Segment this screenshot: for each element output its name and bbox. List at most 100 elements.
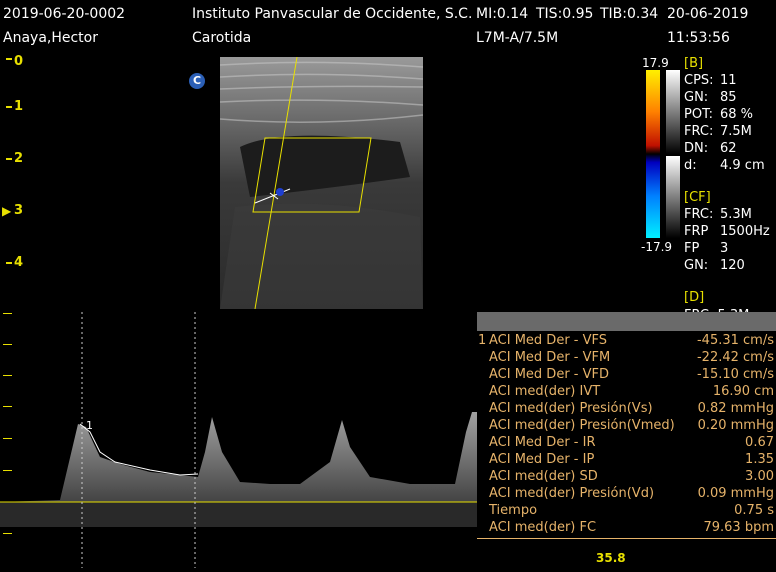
depth-label: 3 <box>14 203 24 218</box>
color-scale-min: -17.9 <box>641 240 673 254</box>
measurement-label: ACI Med Der - VFS <box>489 333 608 348</box>
measurement-value: 79.63 bpm <box>703 520 774 535</box>
param-key: FRC: <box>684 207 714 222</box>
color-velocity-bar <box>646 70 660 238</box>
color-scale-max: 17.9 <box>642 56 669 70</box>
measurement-label: Tiempo <box>489 503 538 518</box>
depth-tick <box>6 262 12 264</box>
exam-time: 11:53:56 <box>667 30 730 46</box>
color-mode-icon: C <box>189 73 205 89</box>
param-value: 85 <box>720 90 737 105</box>
measurement-row: Tiempo 0.75 s <box>477 503 776 520</box>
depth-tick <box>6 158 12 160</box>
tib-index: TIB:0.34 <box>600 6 659 22</box>
institution-name: Instituto Panvascular de Occidente, S.C. <box>192 6 473 22</box>
measurement-row: ACI Med Der - VFD -15.10 cm/s <box>477 367 776 384</box>
param-key: FRC: <box>684 124 714 139</box>
param-key: CPS: <box>684 73 714 88</box>
doppler-gray-bar <box>666 156 680 238</box>
measurement-label: ACI med(der) Presión(Vmed) <box>489 418 675 433</box>
measurement-value: 0.75 s <box>734 503 774 518</box>
velocity-tick <box>3 375 12 376</box>
measurement-label: ACI med(der) Presión(Vs) <box>489 401 653 416</box>
exam-type: Carotida <box>192 30 252 46</box>
measurement-value: -45.31 cm/s <box>696 333 774 348</box>
param-value: 4.9 cm <box>720 158 765 173</box>
measurement-label: ACI Med Der - IP <box>489 452 595 467</box>
probe-frequency: L7M-A/7.5M <box>476 30 559 46</box>
param-value: 3 <box>720 241 729 256</box>
velocity-tick <box>3 470 12 471</box>
gray-scale-bar <box>666 70 680 154</box>
depth-tick <box>6 106 12 108</box>
param-key: FRP <box>684 224 709 239</box>
cf-section-header: [CF] <box>684 190 711 205</box>
depth-label: 1 <box>14 99 24 114</box>
param-key: FP <box>684 241 700 256</box>
mi-index: MI:0.14 <box>476 6 529 22</box>
focus-marker-icon: ▶ <box>2 204 12 218</box>
velocity-tick <box>3 344 12 345</box>
measurement-value: 0.82 mmHg <box>697 401 774 416</box>
measurement-label: ACI med(der) FC <box>489 520 597 535</box>
param-value: 7.5M <box>720 124 752 139</box>
measurement-label: ACI med(der) Presión(Vd) <box>489 486 655 501</box>
measurement-value: 0.09 mmHg <box>697 486 774 501</box>
param-value: 11 <box>720 73 737 88</box>
measurement-label: ACI med(der) IVT <box>489 384 601 399</box>
param-value: 1500Hz <box>720 224 770 239</box>
velocity-tick <box>3 533 12 534</box>
velocity-tick <box>3 313 12 314</box>
doppler-svg <box>0 312 477 568</box>
measurement-header-bar <box>477 312 776 331</box>
param-value: 5.3M <box>720 207 752 222</box>
measurement-row: ACI med(der) Presión(Vd) 0.09 mmHg <box>477 486 776 503</box>
measurement-value: 0.67 <box>745 435 774 450</box>
param-value: 62 <box>720 141 737 156</box>
depth-tick <box>6 58 12 60</box>
measurement-row: ACI med(der) Presión(Vmed) 0.20 mmHg <box>477 418 776 435</box>
measurement-value: -22.42 cm/s <box>696 350 774 365</box>
trace-marker-label: 1 <box>86 419 93 432</box>
patient-name: Anaya,Hector <box>3 30 98 46</box>
depth-label: 2 <box>14 151 24 166</box>
measurement-label: ACI Med Der - IR <box>489 435 596 450</box>
b-mode-svg <box>220 57 423 309</box>
measurement-row: ACI Med Der - VFM -22.42 cm/s <box>477 350 776 367</box>
param-key: DN: <box>684 141 709 156</box>
param-key: d: <box>684 158 697 173</box>
measurement-value: 16.90 cm <box>712 384 774 399</box>
depth-label: 0 <box>14 54 24 69</box>
measurement-row: ACI med(der) IVT 16.90 cm <box>477 384 776 401</box>
param-value: 120 <box>720 258 745 273</box>
measurement-value: -15.10 cm/s <box>696 367 774 382</box>
measurement-row: ACI med(der) SD 3.00 <box>477 469 776 486</box>
d-section-header: [D] <box>684 290 705 305</box>
measurement-label: ACI med(der) SD <box>489 469 598 484</box>
measurement-row: ACI med(der) Presión(Vs) 0.82 mmHg <box>477 401 776 418</box>
measurement-value: 1.35 <box>745 452 774 467</box>
measurement-row: ACI med(der) FC 79.63 bpm <box>477 520 776 537</box>
measurement-row: ACI Med Der - IP 1.35 <box>477 452 776 469</box>
measurement-value: 3.00 <box>745 469 774 484</box>
param-key: POT: <box>684 107 713 122</box>
measurement-row: 1 ACI Med Der - VFS -45.31 cm/s <box>477 333 776 350</box>
depth-label: 4 <box>14 255 24 270</box>
velocity-tick <box>3 406 12 407</box>
measurement-label: ACI Med Der - VFM <box>489 350 611 365</box>
measurement-panel: 1 ACI Med Der - VFS -45.31 cm/s ACI Med De… <box>477 312 776 568</box>
b-section-header: [B] <box>684 56 704 71</box>
tis-index: TIS:0.95 <box>536 6 594 22</box>
measurement-value: 0.20 mmHg <box>697 418 774 433</box>
param-key: GN: <box>684 258 709 273</box>
velocity-tick <box>3 438 12 439</box>
exam-date: 20-06-2019 <box>667 6 749 22</box>
param-key: GN: <box>684 90 709 105</box>
measurement-number: 1 <box>478 333 487 348</box>
patient-id: 2019-06-20-0002 <box>3 6 126 22</box>
measurement-label: ACI Med Der - VFD <box>489 367 609 382</box>
b-mode-image <box>220 57 423 309</box>
doppler-spectrum <box>0 312 477 568</box>
measurement-row: ACI Med Der - IR 0.67 <box>477 435 776 452</box>
param-value: 68 % <box>720 107 754 122</box>
